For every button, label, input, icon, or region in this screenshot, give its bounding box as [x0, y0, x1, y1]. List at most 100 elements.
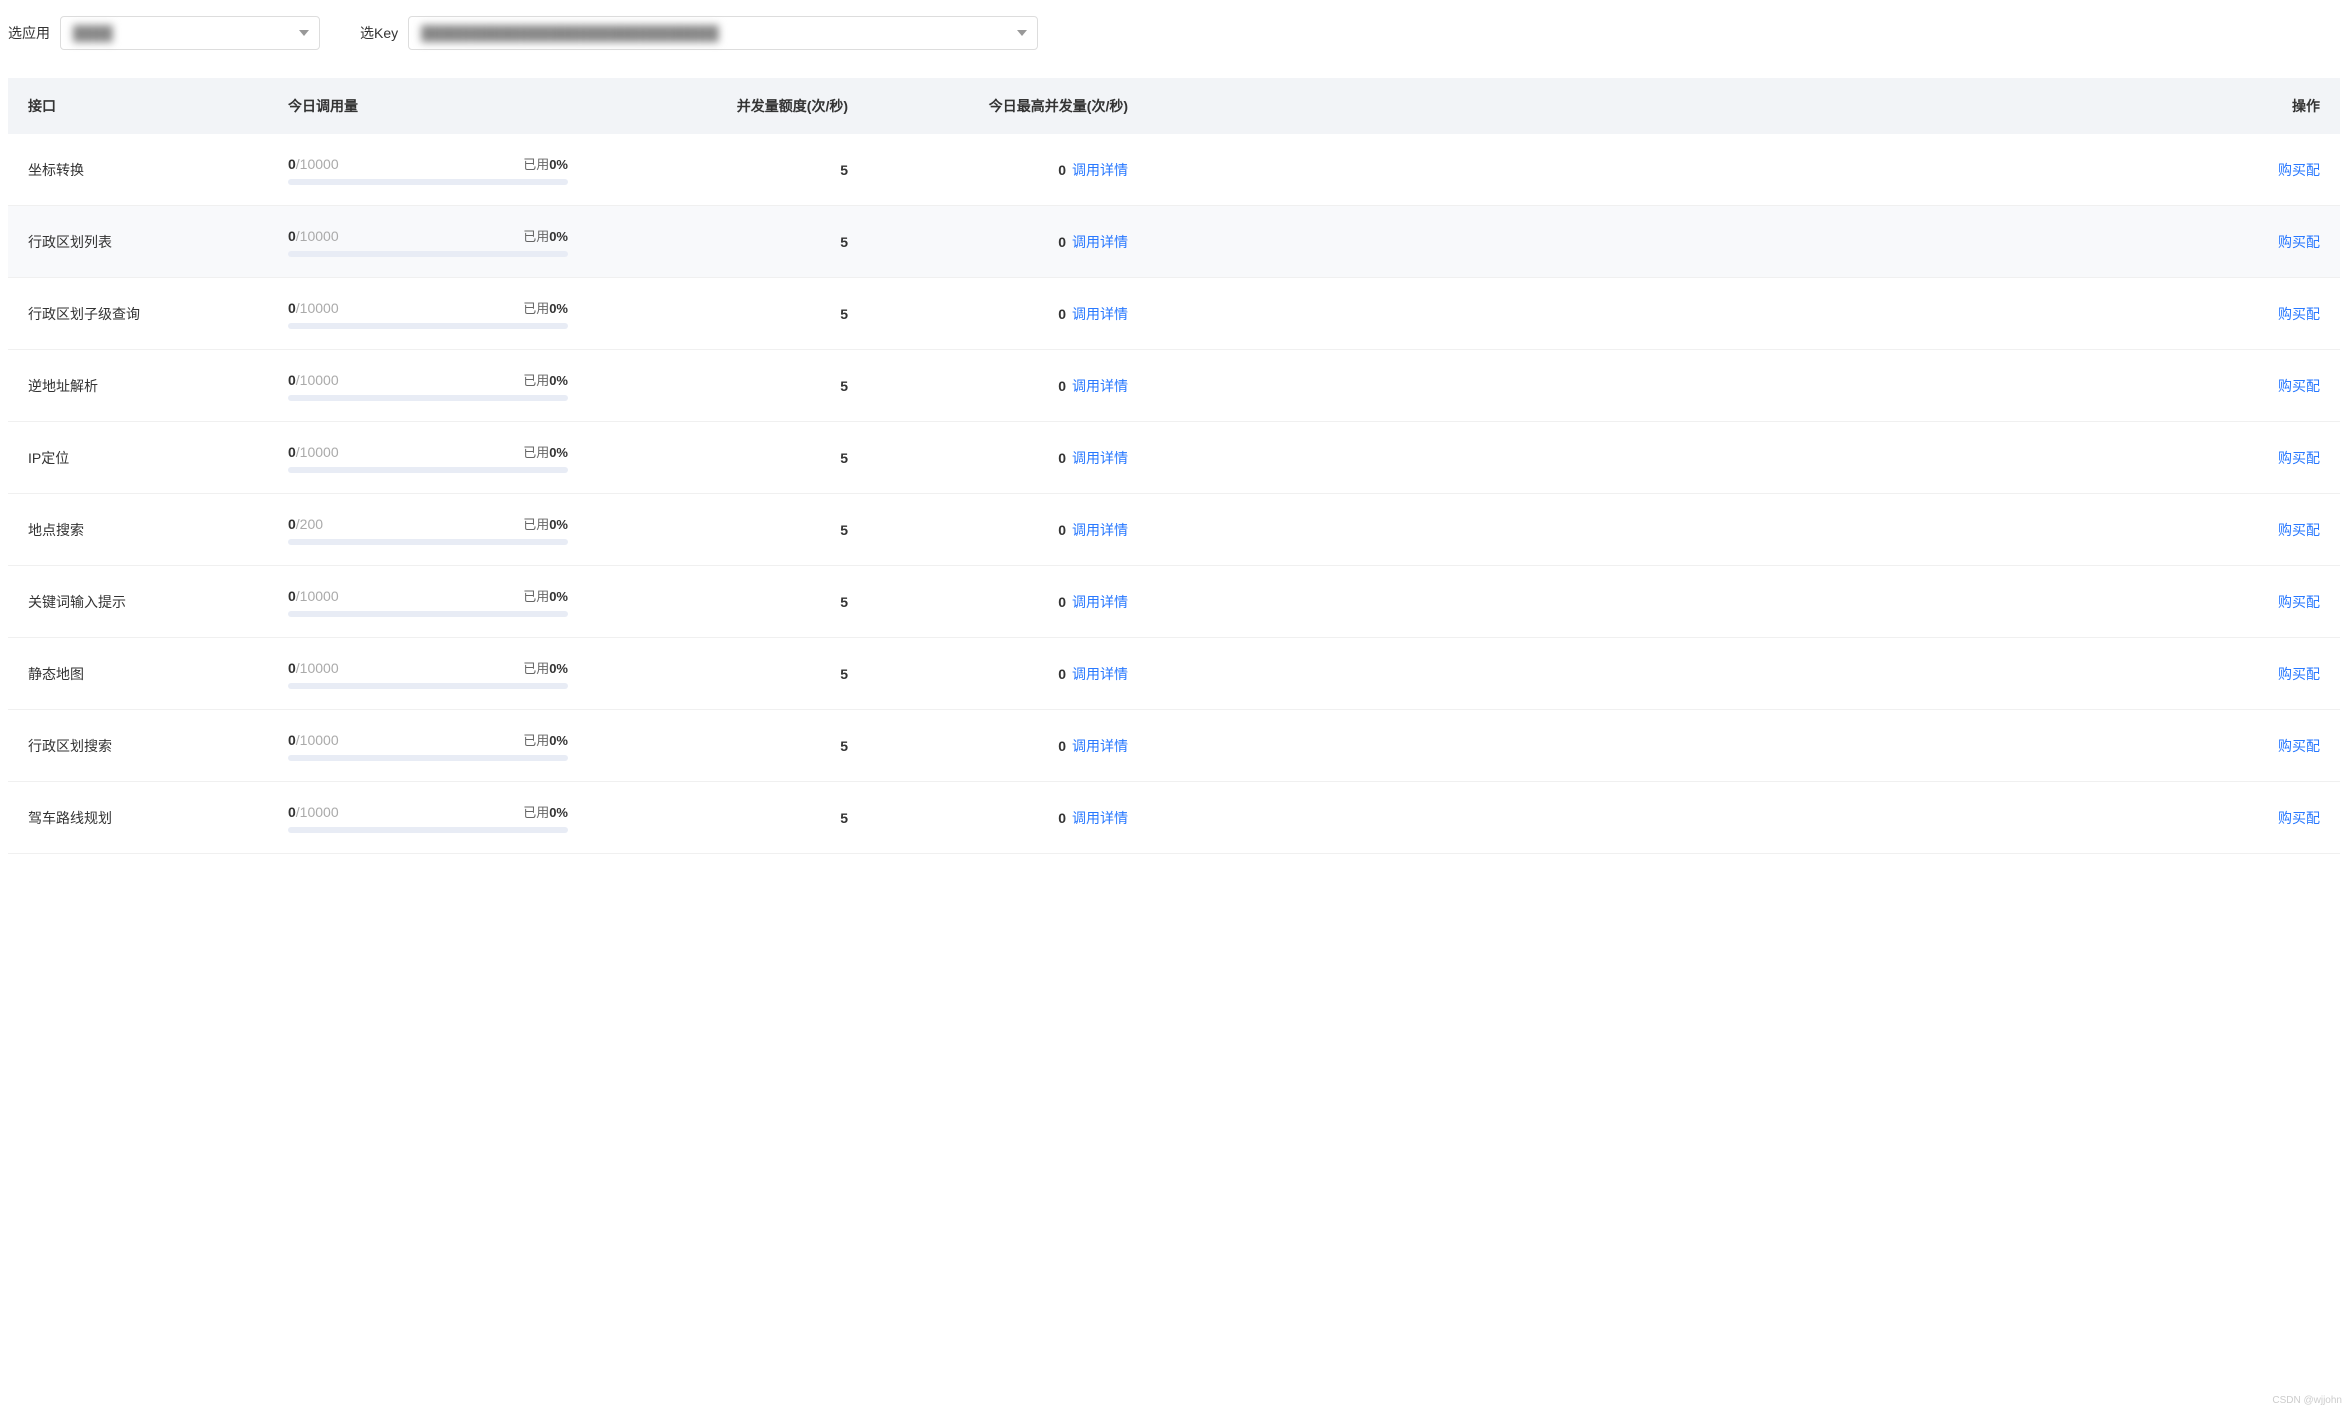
usage-percent: 已用0%: [523, 802, 568, 821]
peak-cell: 0 调用详情: [868, 710, 1148, 782]
buy-link[interactable]: 购买配: [2278, 522, 2320, 538]
usage-percent: 已用0%: [523, 370, 568, 389]
table-row: 坐标转换0/10000已用0%50调用详情购买配: [8, 134, 2340, 206]
detail-link[interactable]: 调用详情: [1072, 160, 1128, 180]
action-cell: 购买配: [1148, 422, 2340, 494]
usage-limit: /10000: [296, 588, 339, 604]
api-name: 逆地址解析: [8, 350, 268, 422]
table-row: 行政区划子级查询0/10000已用0%50调用详情购买配: [8, 278, 2340, 350]
action-cell: 购买配: [1148, 710, 2340, 782]
progress-bar: [288, 611, 568, 617]
concurrency-value: 5: [588, 134, 868, 206]
progress-bar: [288, 467, 568, 473]
progress-bar: [288, 827, 568, 833]
concurrency-value: 5: [588, 350, 868, 422]
column-header-action: 操作: [1148, 78, 2340, 134]
action-cell: 购买配: [1148, 278, 2340, 350]
usage-used: 0: [288, 660, 296, 676]
buy-link[interactable]: 购买配: [2278, 666, 2320, 682]
detail-link[interactable]: 调用详情: [1072, 304, 1128, 324]
peak-value: 0: [1058, 522, 1066, 538]
api-name: 行政区划搜索: [8, 710, 268, 782]
concurrency-value: 5: [588, 206, 868, 278]
app-select[interactable]: ████: [60, 16, 320, 50]
buy-link[interactable]: 购买配: [2278, 378, 2320, 394]
usage-percent: 已用0%: [523, 586, 568, 605]
detail-link[interactable]: 调用详情: [1072, 232, 1128, 252]
detail-link[interactable]: 调用详情: [1072, 808, 1128, 828]
usage-percent: 已用0%: [523, 730, 568, 749]
usage-percent: 已用0%: [523, 226, 568, 245]
detail-link[interactable]: 调用详情: [1072, 448, 1128, 468]
concurrency-value: 5: [588, 494, 868, 566]
buy-link[interactable]: 购买配: [2278, 306, 2320, 322]
peak-cell: 0调用详情: [868, 566, 1148, 638]
usage-limit: /10000: [296, 372, 339, 388]
peak-value: 0: [1058, 306, 1066, 322]
usage-used: 0: [288, 516, 296, 532]
concurrency-value: 5: [588, 782, 868, 854]
detail-link[interactable]: 调用详情: [1072, 376, 1128, 396]
detail-link[interactable]: 调用详情: [1072, 592, 1128, 612]
table-row: 静态地图0/10000已用0%50调用详情购买配: [8, 638, 2340, 710]
action-cell: 购买配: [1148, 134, 2340, 206]
buy-link[interactable]: 购买配: [2278, 594, 2320, 610]
action-cell: 购买配: [1148, 566, 2340, 638]
usage-percent: 已用0%: [523, 298, 568, 317]
progress-bar: [288, 251, 568, 257]
api-name: IP定位: [8, 422, 268, 494]
usage-limit: /10000: [296, 804, 339, 820]
detail-link[interactable]: 调用详情: [1072, 664, 1128, 684]
usage-cell: 0/10000已用0%: [268, 134, 588, 206]
table-row: 驾车路线规划0/10000已用0%50调用详情购买配: [8, 782, 2340, 854]
progress-bar: [288, 323, 568, 329]
buy-link[interactable]: 购买配: [2278, 234, 2320, 250]
usage-used: 0: [288, 588, 296, 604]
table-row: 关键词输入提示0/10000已用0%50调用详情购买配: [8, 566, 2340, 638]
action-cell: 购买配: [1148, 206, 2340, 278]
usage-limit: /10000: [296, 300, 339, 316]
usage-cell: 0/10000已用0%: [268, 422, 588, 494]
action-cell: 购买配: [1148, 782, 2340, 854]
usage-limit: /10000: [296, 732, 339, 748]
table-row: IP定位0/10000已用0%50调用详情购买配: [8, 422, 2340, 494]
usage-limit: /10000: [296, 444, 339, 460]
detail-link[interactable]: 调用详情: [1072, 520, 1128, 540]
peak-cell: 0 调用详情: [868, 782, 1148, 854]
chevron-down-icon: [299, 30, 309, 36]
usage-used: 0: [288, 300, 296, 316]
usage-cell: 0/10000已用0%: [268, 638, 588, 710]
concurrency-value: 5: [588, 638, 868, 710]
column-header-usage: 今日调用量: [268, 78, 588, 134]
detail-link[interactable]: 调用详情: [1072, 736, 1128, 756]
buy-link[interactable]: 购买配: [2278, 450, 2320, 466]
usage-percent: 已用0%: [523, 154, 568, 173]
key-select[interactable]: ██████████████████████████████: [408, 16, 1038, 50]
peak-cell: 0 调用详情: [868, 494, 1148, 566]
app-select-value: ████: [73, 25, 113, 41]
concurrency-value: 5: [588, 710, 868, 782]
column-header-peak: 今日最高并发量(次/秒): [868, 78, 1148, 134]
table-row: 地点搜索0/200已用0%50调用详情购买配: [8, 494, 2340, 566]
table-row: 行政区划列表0/10000已用0%50调用详情购买配: [8, 206, 2340, 278]
buy-link[interactable]: 购买配: [2278, 162, 2320, 178]
peak-value: 0: [1058, 378, 1066, 394]
buy-link[interactable]: 购买配: [2278, 738, 2320, 754]
filter-bar: 选应用 ████ 选Key ██████████████████████████…: [8, 12, 2340, 54]
table-row: 行政区划搜索 0/10000 已用0% 50 调用详情 购买配: [8, 710, 2340, 782]
usage-limit: /10000: [296, 660, 339, 676]
progress-bar: [288, 395, 568, 401]
buy-link[interactable]: 购买配: [2278, 810, 2320, 826]
peak-cell: 0调用详情: [868, 422, 1148, 494]
column-header-api: 接口: [8, 78, 268, 134]
usage-cell: 0/10000已用0%: [268, 710, 588, 782]
peak-value: 0: [1058, 666, 1066, 682]
progress-bar: [288, 755, 568, 761]
peak-value: 0: [1058, 810, 1066, 826]
usage-used: 0: [288, 372, 296, 388]
peak-cell: 0调用详情: [868, 206, 1148, 278]
peak-cell: 0调用详情: [868, 134, 1148, 206]
usage-cell: 0/10000已用0%: [268, 206, 588, 278]
peak-value: 0: [1058, 738, 1066, 754]
usage-used: 0: [288, 444, 296, 460]
